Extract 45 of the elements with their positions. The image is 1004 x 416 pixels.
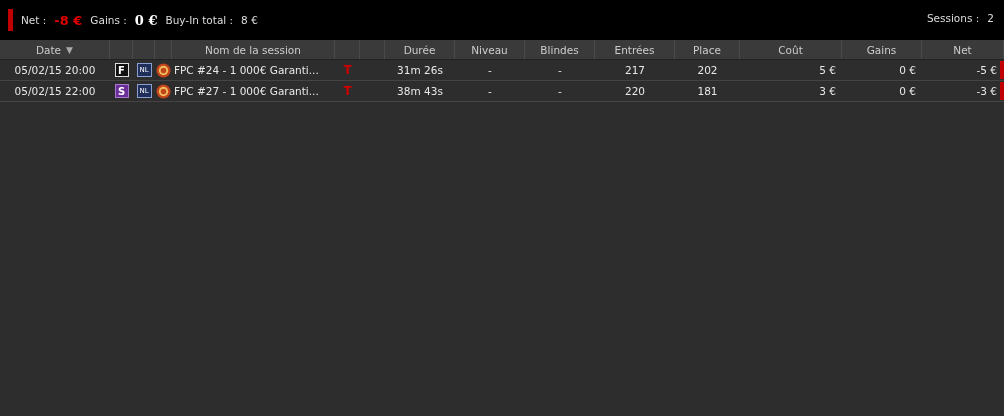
column-header[interactable]: Durée [385,40,455,59]
sessions-value: 2 [987,12,994,24]
buyin-value: 8 € [241,14,258,26]
net-value: -8 € [54,12,83,28]
blinds-cell-text: - [557,84,563,99]
gains-label: Gains : [90,14,127,26]
gains-value: 0 € [134,12,158,28]
column-header[interactable]: Coût [740,40,842,59]
speed-badge: F [114,63,129,77]
chip-icon [156,62,171,78]
buyin-label: Buy-In total : [165,14,234,26]
cost-cell-text: 5 € [818,63,837,78]
column-header[interactable]: Entrées [595,40,675,59]
net-indicator [8,9,13,31]
session-name-cell-text: FPC #27 - 1 000€ Garanti... [173,84,320,99]
entries-cell-text: 217 [623,63,646,78]
level-cell-text: - [487,84,493,99]
sessions-label: Sessions : [926,12,980,24]
place-cell-text: 202 [696,63,719,78]
net-label: Net : [21,14,47,26]
column-header[interactable]: Date ▼ [0,40,110,59]
column-header[interactable]: Niveau [455,40,525,59]
tournament-type: T [342,83,353,100]
gains-cell-text: 0 € [898,63,917,78]
chip-icon [156,83,171,99]
tournament-type: T [342,62,353,79]
speed-badge: S [114,84,129,98]
gains-cell-text: 0 € [898,84,917,99]
place-cell-text: 181 [696,84,719,99]
level-cell-text: - [487,63,493,78]
entries-cell-text: 220 [623,84,646,99]
column-header[interactable]: Gains [842,40,922,59]
duration-cell-text: 38m 43s [396,84,444,99]
blinds-cell-text: - [557,63,563,78]
column-header[interactable]: Nom de la session [172,40,335,59]
column-header[interactable]: Net [922,40,1004,59]
date-cell-text: 05/02/15 22:00 [13,84,97,99]
net-cell: -5 € [976,64,997,76]
cost-cell-text: 3 € [818,84,837,99]
column-header[interactable]: Place [675,40,740,59]
date-cell-text: 05/02/15 20:00 [13,63,97,78]
session-name-cell-text: FPC #24 - 1 000€ Garanti... [173,63,320,78]
column-header[interactable]: Blindes [525,40,595,59]
net-cell: -3 € [976,85,997,97]
duration-cell-text: 31m 26s [396,63,444,78]
